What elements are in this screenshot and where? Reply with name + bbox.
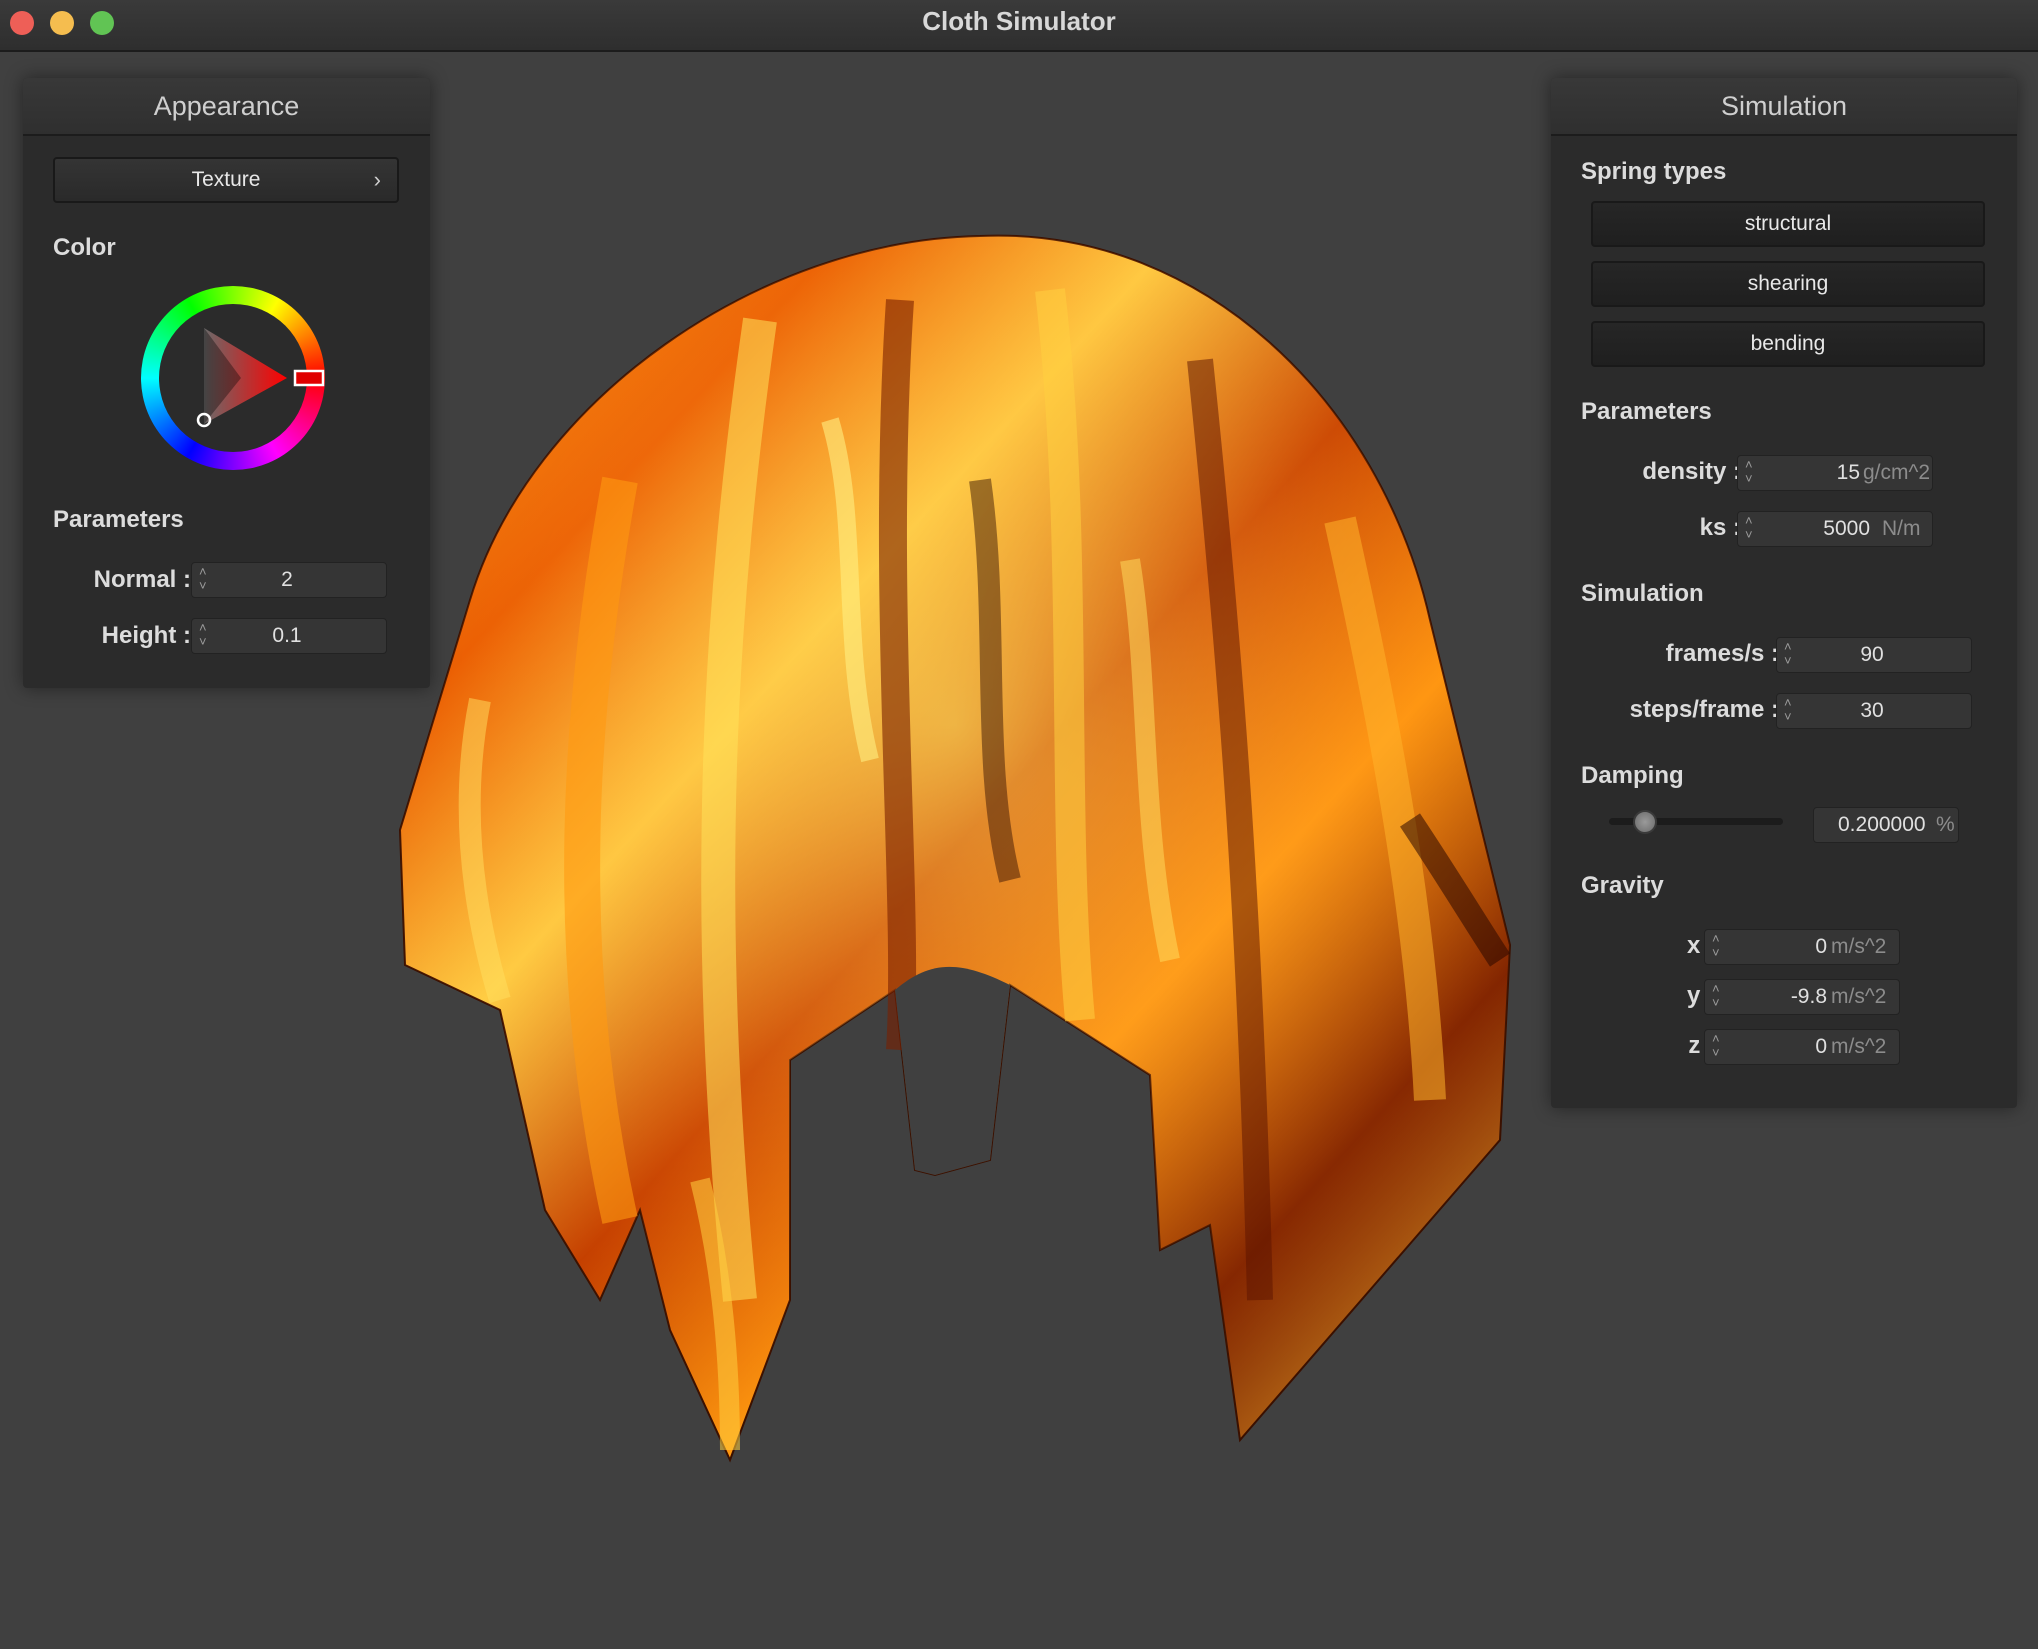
stepper-icon[interactable]: ˄ ˅	[199, 565, 207, 593]
structural-spring-button[interactable]: structural	[1591, 201, 1985, 247]
chevron-right-icon: ›	[373, 167, 381, 192]
height-label: Height :	[101, 622, 191, 649]
density-label: density :	[1642, 458, 1741, 485]
gravity-y-input[interactable]: ˄ ˅ -9.8 m/s^2	[1704, 979, 1900, 1015]
appearance-parameters-label: Parameters	[53, 506, 184, 533]
simulation-panel: Simulation Spring types structural shear…	[1551, 78, 2017, 1108]
gravity-z-input[interactable]: ˄ ˅ 0 m/s^2	[1704, 1029, 1900, 1065]
gravity-label: Gravity	[1581, 872, 1664, 899]
height-input[interactable]: ˄ ˅ 0.1	[191, 618, 387, 654]
bending-spring-button[interactable]: bending	[1591, 321, 1985, 367]
damping-label: Damping	[1581, 762, 1684, 789]
appearance-panel: Appearance Texture › Color Parameters No…	[23, 78, 430, 688]
color-wheel[interactable]	[141, 286, 325, 470]
stepper-icon[interactable]: ˄ ˅	[1712, 932, 1720, 960]
simulation-section-label: Simulation	[1581, 580, 1704, 607]
stepper-icon[interactable]: ˄ ˅	[1784, 696, 1792, 724]
saturation-triangle[interactable]	[141, 286, 325, 470]
damping-input[interactable]: 0.200000 %	[1813, 807, 1959, 843]
frames-per-second-label: frames/s :	[1665, 640, 1779, 667]
ks-label: ks :	[1699, 514, 1741, 541]
density-input[interactable]: ˄ ˅ 15 g/cm^2	[1737, 455, 1933, 491]
damping-slider-thumb[interactable]	[1633, 810, 1657, 834]
gravity-y-label: y :	[1686, 982, 1715, 1009]
color-section-label: Color	[53, 234, 116, 261]
simulation-panel-header[interactable]: Simulation	[1551, 78, 2017, 136]
normal-input[interactable]: ˄ ˅ 2	[191, 562, 387, 598]
gravity-x-input[interactable]: ˄ ˅ 0 m/s^2	[1704, 929, 1900, 965]
gravity-x-label: x :	[1686, 932, 1715, 959]
ks-input[interactable]: ˄ ˅ 5000 N/m	[1737, 511, 1933, 547]
shearing-spring-button[interactable]: shearing	[1591, 261, 1985, 307]
stepper-icon[interactable]: ˄ ˅	[1745, 458, 1753, 486]
window-title: Cloth Simulator	[922, 6, 1116, 36]
appearance-panel-header[interactable]: Appearance	[23, 78, 430, 136]
stepper-icon[interactable]: ˄ ˅	[1712, 1032, 1720, 1060]
stepper-icon[interactable]: ˄ ˅	[1745, 514, 1753, 542]
steps-per-frame-label: steps/frame :	[1629, 696, 1779, 723]
steps-per-frame-input[interactable]: ˄ ˅ 30	[1776, 693, 1972, 729]
simulation-parameters-label: Parameters	[1581, 398, 1712, 425]
title-bar: Cloth Simulator	[0, 0, 2038, 52]
spring-types-label: Spring types	[1581, 158, 1727, 185]
normal-label: Normal :	[93, 566, 191, 593]
stepper-icon[interactable]: ˄ ˅	[1784, 640, 1792, 668]
damping-slider[interactable]	[1609, 810, 1783, 834]
stepper-icon[interactable]: ˄ ˅	[1712, 982, 1720, 1010]
gravity-z-label: z :	[1688, 1032, 1715, 1059]
frames-per-second-input[interactable]: ˄ ˅ 90	[1776, 637, 1972, 673]
texture-button-label: Texture	[191, 168, 261, 191]
hue-handle[interactable]	[293, 369, 325, 387]
texture-button[interactable]: Texture ›	[53, 157, 399, 203]
stepper-icon[interactable]: ˄ ˅	[199, 621, 207, 649]
